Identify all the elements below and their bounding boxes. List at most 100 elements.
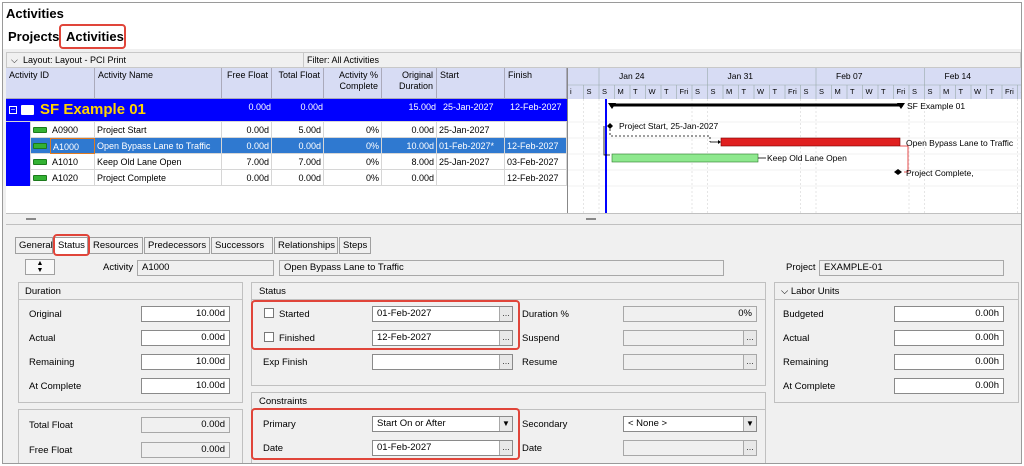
tab-resources[interactable]: Resources [89, 237, 143, 254]
secondary-label: Secondary [522, 419, 568, 430]
col-free-float[interactable]: Free Float [222, 68, 272, 99]
gantt-day-label: S [587, 87, 592, 96]
activity-name: Open Bypass Lane to Traffic [95, 138, 222, 154]
project-start: 25-Jan-2027 [443, 102, 494, 112]
activity-name-field[interactable]: Open Bypass Lane to Traffic [279, 260, 724, 276]
gantt-day-label: S [711, 87, 716, 96]
duration: 10.00d [382, 138, 437, 154]
total-float-field[interactable]: 0.00d [141, 417, 230, 433]
activity-label: Activity [103, 262, 134, 273]
table-row-selected[interactable]: A1000 Open Bypass Lane to Traffic 0.00d … [6, 138, 567, 154]
chevron-down-icon[interactable]: ▼ [26, 267, 54, 274]
table-row[interactable]: A1010 Keep Old Lane Open 7.00d 7.00d 0% … [6, 154, 567, 170]
tab-successors[interactable]: Successors [211, 237, 273, 254]
col-start[interactable]: Start [437, 68, 505, 99]
table-empty-area [6, 186, 567, 213]
tab-projects[interactable]: Projects [8, 29, 59, 44]
original-label: Original [29, 309, 62, 320]
activity-bar-icon [33, 127, 47, 133]
gantt-day-label: T [664, 87, 669, 96]
gantt-day-label: M [943, 87, 949, 96]
exp-finish-field[interactable]: … [372, 354, 513, 370]
ellipsis-icon[interactable]: … [499, 355, 512, 369]
chevron-down-icon[interactable]: ⌵ [781, 286, 788, 297]
col-activity-name[interactable]: Activity Name [95, 68, 222, 99]
gantt-day-label: S [602, 87, 607, 96]
tab-relationships[interactable]: Relationships [274, 237, 338, 254]
pct-complete: 0% [324, 170, 382, 186]
resume-field[interactable]: … [623, 354, 757, 370]
table-row[interactable]: A0900 Project Start 0.00d 5.00d 0% 0.00d… [6, 122, 567, 138]
horizontal-scrollbar[interactable] [6, 213, 1021, 225]
duration: 8.00d [382, 154, 437, 170]
ellipsis-icon[interactable]: … [743, 441, 756, 455]
suspend-field[interactable]: … [623, 330, 757, 346]
milestone-start[interactable] [607, 123, 613, 129]
col-total-float[interactable]: Total Float [272, 68, 324, 99]
gantt-day-label: S [695, 87, 700, 96]
duration-pct-field[interactable]: 0% [623, 306, 757, 322]
free-float-field[interactable]: 0.00d [141, 442, 230, 458]
gantt-day-label: S [912, 87, 917, 96]
gantt-day-label: M [835, 87, 841, 96]
col-finish[interactable]: Finish [505, 68, 567, 99]
bar-open-bypass[interactable] [720, 137, 901, 147]
highlight-constraints [251, 408, 520, 460]
tab-general[interactable]: General [15, 237, 53, 254]
window-title: Activities [6, 6, 64, 21]
gantt-day-label: Fri [680, 87, 689, 96]
bar-keep-old-lane[interactable] [611, 153, 759, 163]
gantt-chart[interactable]: Jan 24 Jan 31 Feb 07 Feb 14 i S S M T W T Fri S S M T W… [568, 68, 1021, 213]
actual-units-field[interactable]: 0.00h [894, 330, 1004, 346]
pct-complete: 0% [324, 122, 382, 138]
gantt-day-label: S [804, 87, 809, 96]
window-titlebar: Activities [3, 3, 1021, 23]
table-row[interactable]: A1020 Project Complete 0.00d 0.00d 0% 0.… [6, 170, 567, 186]
pct-complete: 0% [324, 154, 382, 170]
original-duration-field[interactable]: 10.00d [141, 306, 230, 322]
at-complete-units-field[interactable]: 0.00h [894, 378, 1004, 394]
chevron-up-icon[interactable]: ▲ [26, 260, 54, 267]
labor-title-row[interactable]: ⌵ Labor Units [781, 286, 839, 297]
exp-finish-label: Exp Finish [263, 357, 308, 368]
ellipsis-icon[interactable]: … [743, 355, 756, 369]
actual-duration-field[interactable]: 0.00d [141, 330, 230, 346]
budgeted-units-field[interactable]: 0.00h [894, 306, 1004, 322]
secondary-date-field[interactable]: … [623, 440, 757, 456]
ellipsis-icon[interactable]: … [743, 331, 756, 345]
layout-bar: ⌵ Layout: Layout - PCI Print Filter: All… [6, 52, 1021, 68]
col-activity-pct[interactable]: Activity % Complete [324, 68, 382, 99]
filter-label[interactable]: Filter: All Activities [307, 55, 379, 65]
col-activity-id[interactable]: Activity ID [6, 68, 95, 99]
project-field[interactable]: EXAMPLE-01 [819, 260, 1004, 276]
record-navigator[interactable]: ▲ ▼ [25, 259, 55, 275]
project-duration: 15.00d [408, 102, 436, 112]
start: 01-Feb-2027* [437, 138, 505, 154]
activities-window: Activities Projects Activities ⌵ Layout:… [2, 2, 1022, 464]
start [437, 170, 505, 186]
project-row[interactable]: − SF Example 01 0.00d 0.00d 15.00d 25-Ja… [6, 99, 567, 122]
chevron-down-icon[interactable]: ⌵ [11, 55, 18, 66]
free-float: 0.00d [222, 138, 272, 154]
tab-steps[interactable]: Steps [339, 237, 371, 254]
total-float: 0.00d [272, 170, 324, 186]
gantt-day-label: T [881, 87, 886, 96]
at-complete-duration-field[interactable]: 10.00d [141, 378, 230, 394]
remaining-duration-field[interactable]: 10.00d [141, 354, 230, 370]
gantt-day-label: T [773, 87, 778, 96]
layout-label[interactable]: Layout: Layout - PCI Print [23, 55, 126, 65]
project-free-float: 0.00d [248, 102, 271, 112]
total-float: 7.00d [272, 154, 324, 170]
highlight-status-tab [53, 234, 90, 256]
activity-id-field[interactable]: A1000 [137, 260, 274, 276]
remaining-units-field[interactable]: 0.00h [894, 354, 1004, 370]
secondary-constraint-select[interactable]: < None > ▼ [623, 416, 757, 432]
gantt-day-label: Fri [897, 87, 906, 96]
chevron-down-icon[interactable]: ▼ [743, 417, 756, 431]
gantt-day-label: W [974, 87, 982, 96]
col-original-duration[interactable]: Original Duration [382, 68, 437, 99]
expand-minus-icon[interactable]: − [9, 106, 17, 114]
tab-predecessors[interactable]: Predecessors [144, 237, 210, 254]
actual-label: Actual [29, 333, 56, 344]
duration-title: Duration [25, 286, 61, 297]
